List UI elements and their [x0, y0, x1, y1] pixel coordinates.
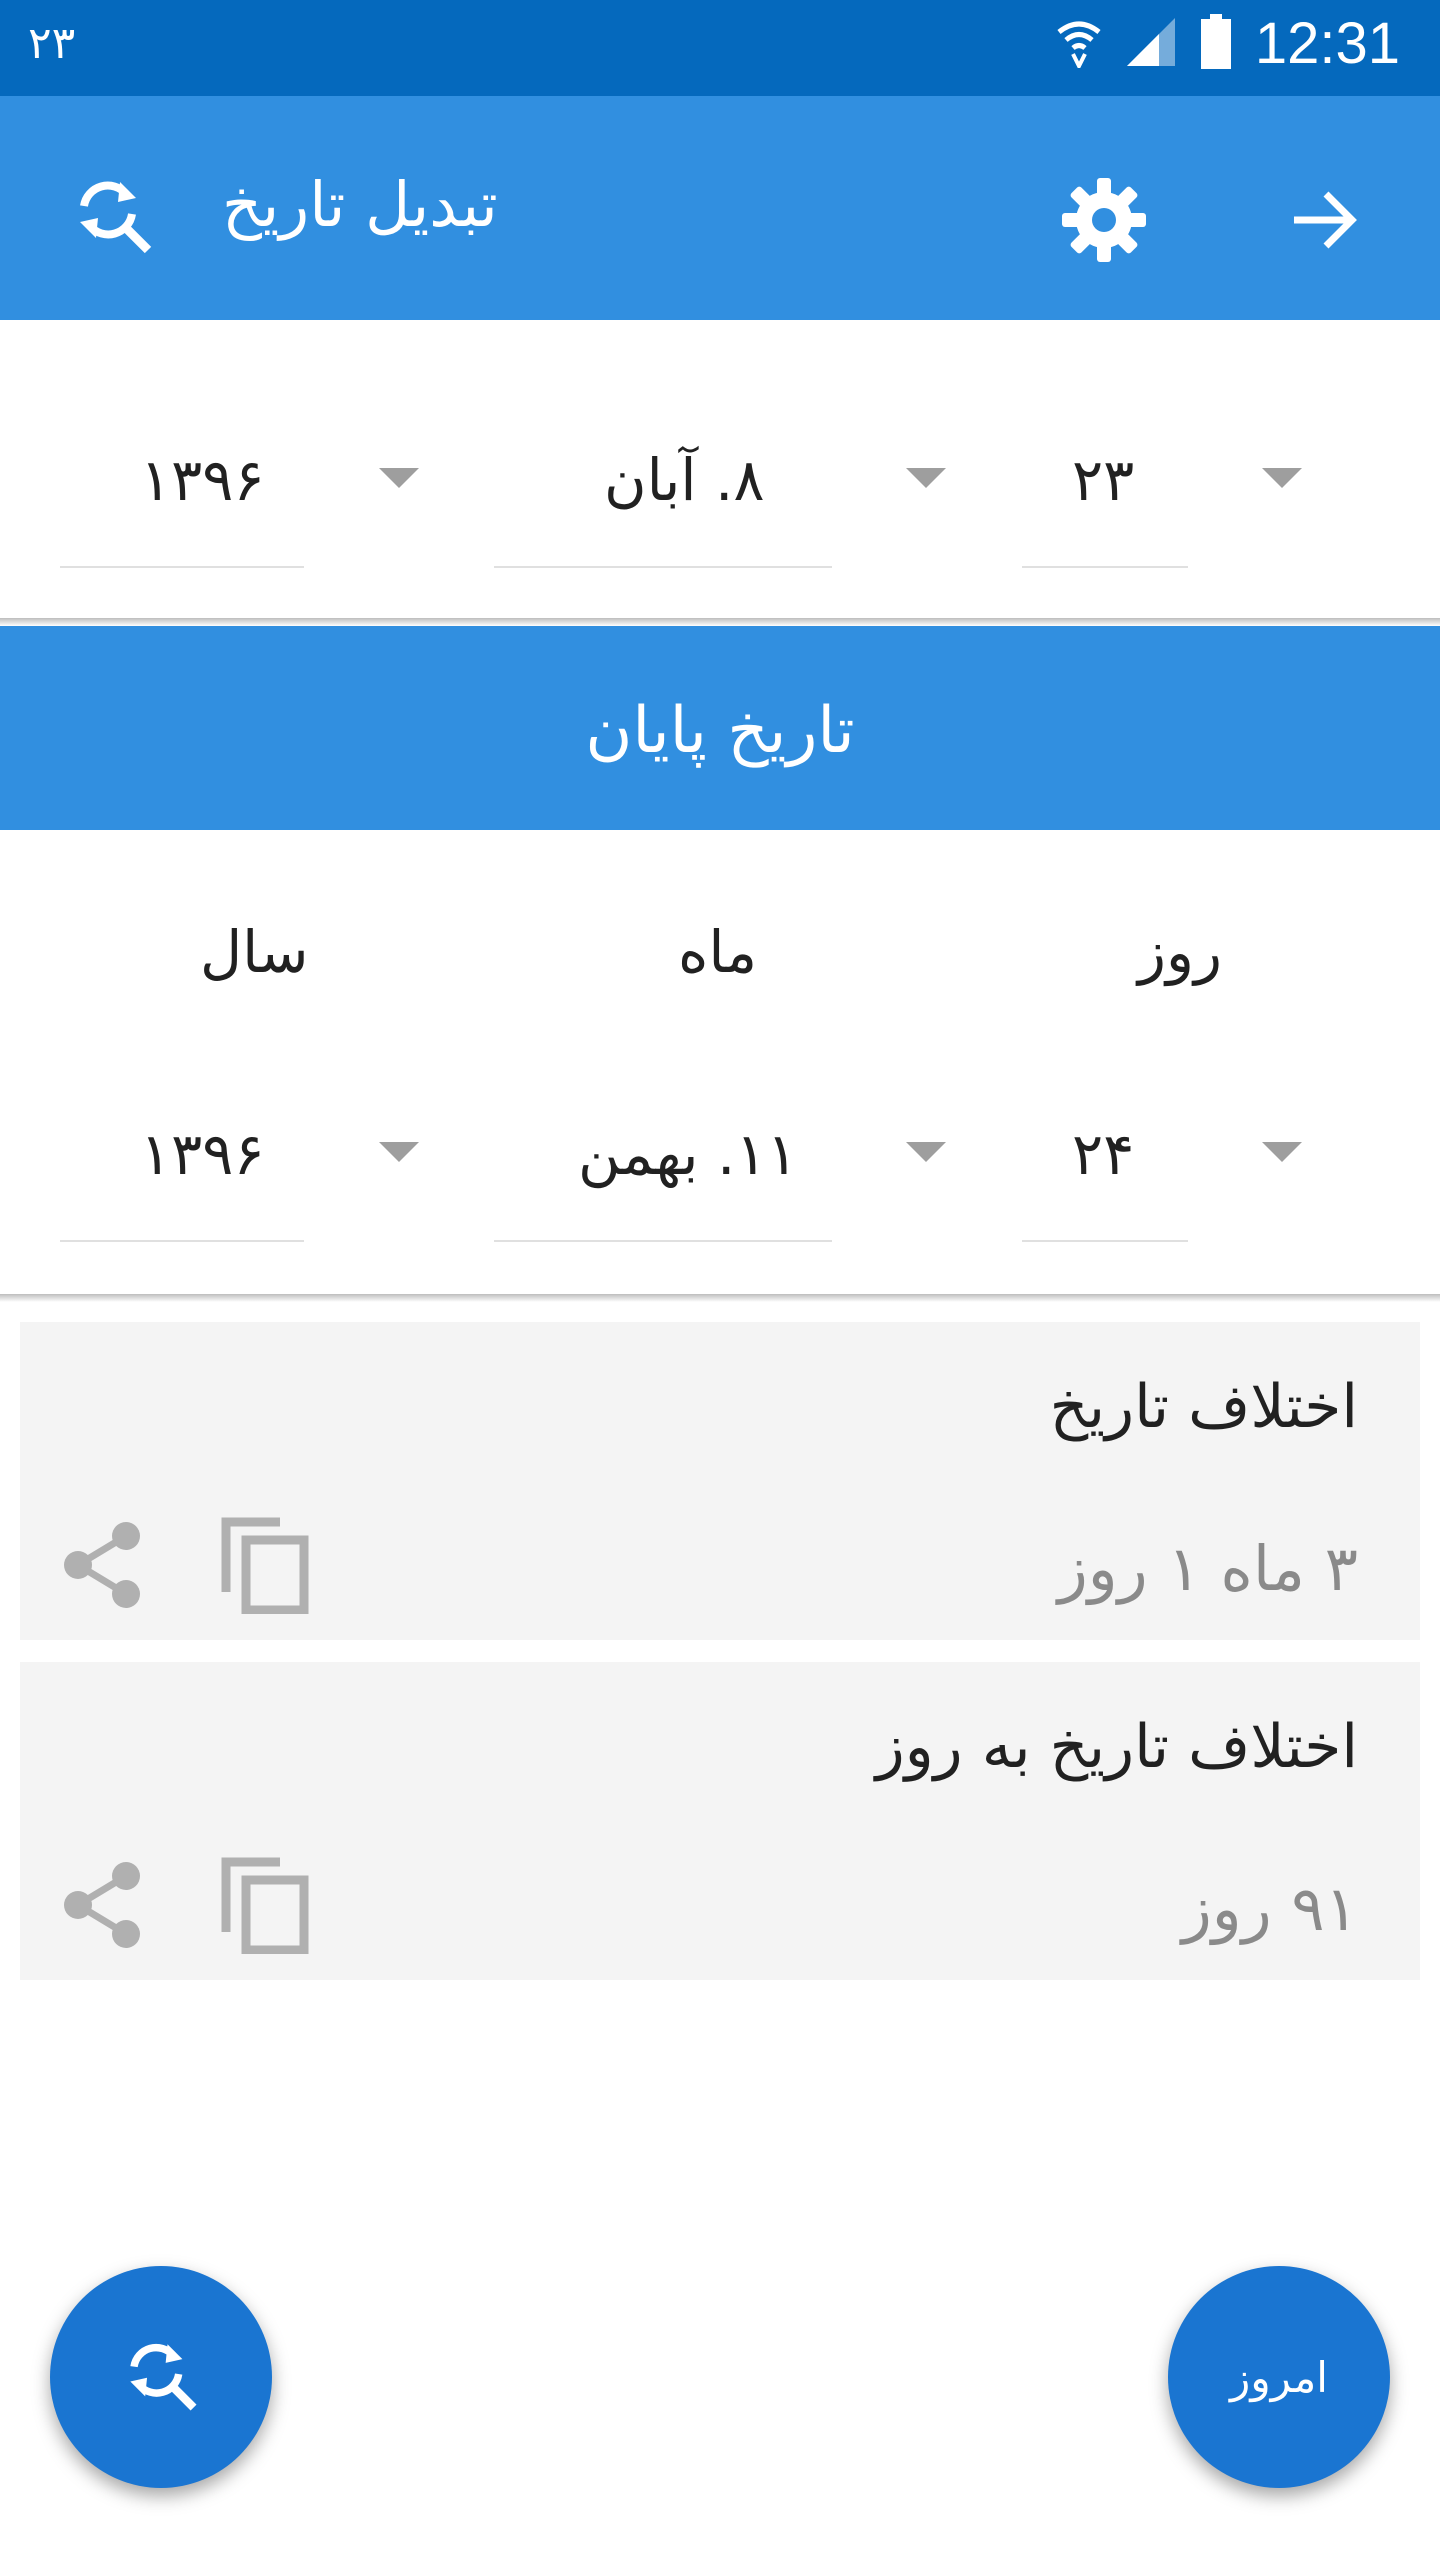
end-year-dropdown-icon[interactable] [379, 1142, 419, 1162]
end-date-header: تاریخ پایان [0, 626, 1440, 830]
app-title: تبدیل تاریخ [222, 168, 498, 241]
wifi-icon [1055, 16, 1103, 72]
day-label: روز [1138, 918, 1223, 986]
sync-search-icon [121, 2335, 201, 2419]
start-year-underline [60, 566, 304, 568]
signal-icon [1125, 16, 1177, 72]
end-month-dropdown-icon[interactable] [906, 1142, 946, 1162]
result-title: اختلاف تاریخ [1049, 1372, 1358, 1442]
end-year-value: ۱۳۹۶ [140, 1120, 265, 1188]
share-icon[interactable] [48, 1510, 158, 1620]
battery-icon [1199, 13, 1233, 74]
result-card-days: اختلاف تاریخ به روز ۹۱ روز [20, 1662, 1420, 1980]
status-notification-text: ۲۳ [28, 18, 76, 69]
month-label: ماه [678, 918, 758, 986]
start-day-dropdown-icon[interactable] [1262, 468, 1302, 488]
start-month-dropdown-icon[interactable] [906, 468, 946, 488]
result-value: ۳ ماه ۱ روز [1057, 1532, 1358, 1605]
start-year-dropdown-icon[interactable] [379, 468, 419, 488]
start-month-underline [494, 566, 832, 568]
start-day-underline [1022, 566, 1188, 568]
result-value: ۹۱ روز [1181, 1872, 1358, 1945]
end-day-value: ۲۴ [1072, 1120, 1135, 1188]
end-month-value: ۱۱. بهمن [578, 1120, 798, 1188]
share-icon[interactable] [48, 1850, 158, 1960]
status-time: 12:31 [1254, 11, 1400, 76]
copy-icon[interactable] [210, 1850, 320, 1960]
start-year-value: ۱۳۹۶ [140, 446, 265, 514]
gear-icon[interactable] [1058, 174, 1150, 266]
end-month-underline [494, 1240, 832, 1242]
convert-fab-button[interactable] [50, 2266, 272, 2488]
end-day-underline [1022, 1240, 1188, 1242]
copy-icon[interactable] [210, 1510, 320, 1620]
divider [0, 618, 1440, 626]
end-day-dropdown-icon[interactable] [1262, 1142, 1302, 1162]
status-icons: 12:31 [1055, 10, 1400, 77]
sync-search-icon[interactable] [68, 170, 158, 260]
arrow-forward-icon[interactable] [1282, 178, 1366, 262]
start-month-value: ۸. آبان [604, 446, 765, 514]
end-date-title: تاریخ پایان [585, 694, 855, 768]
date-labels: سال ماه روز [0, 900, 1440, 1000]
result-card-difference: اختلاف تاریخ ۳ ماه ۱ روز [20, 1322, 1420, 1640]
status-bar: ۲۳ 12:31 [0, 0, 1440, 96]
result-title: اختلاف تاریخ به روز [875, 1712, 1358, 1782]
year-label: سال [200, 918, 309, 986]
end-year-underline [60, 1240, 304, 1242]
today-label: امروز [1230, 2352, 1328, 2402]
end-date-row: ۱۳۹۶ ۱۱. بهمن ۲۴ [0, 996, 1440, 1246]
start-date-row: ۱۳۹۶ ۸. آبان ۲۳ [0, 320, 1440, 570]
start-day-value: ۲۳ [1072, 446, 1135, 514]
today-fab-button[interactable]: امروز [1168, 2266, 1390, 2488]
divider [0, 1294, 1440, 1302]
app-bar: تبدیل تاریخ [0, 96, 1440, 320]
